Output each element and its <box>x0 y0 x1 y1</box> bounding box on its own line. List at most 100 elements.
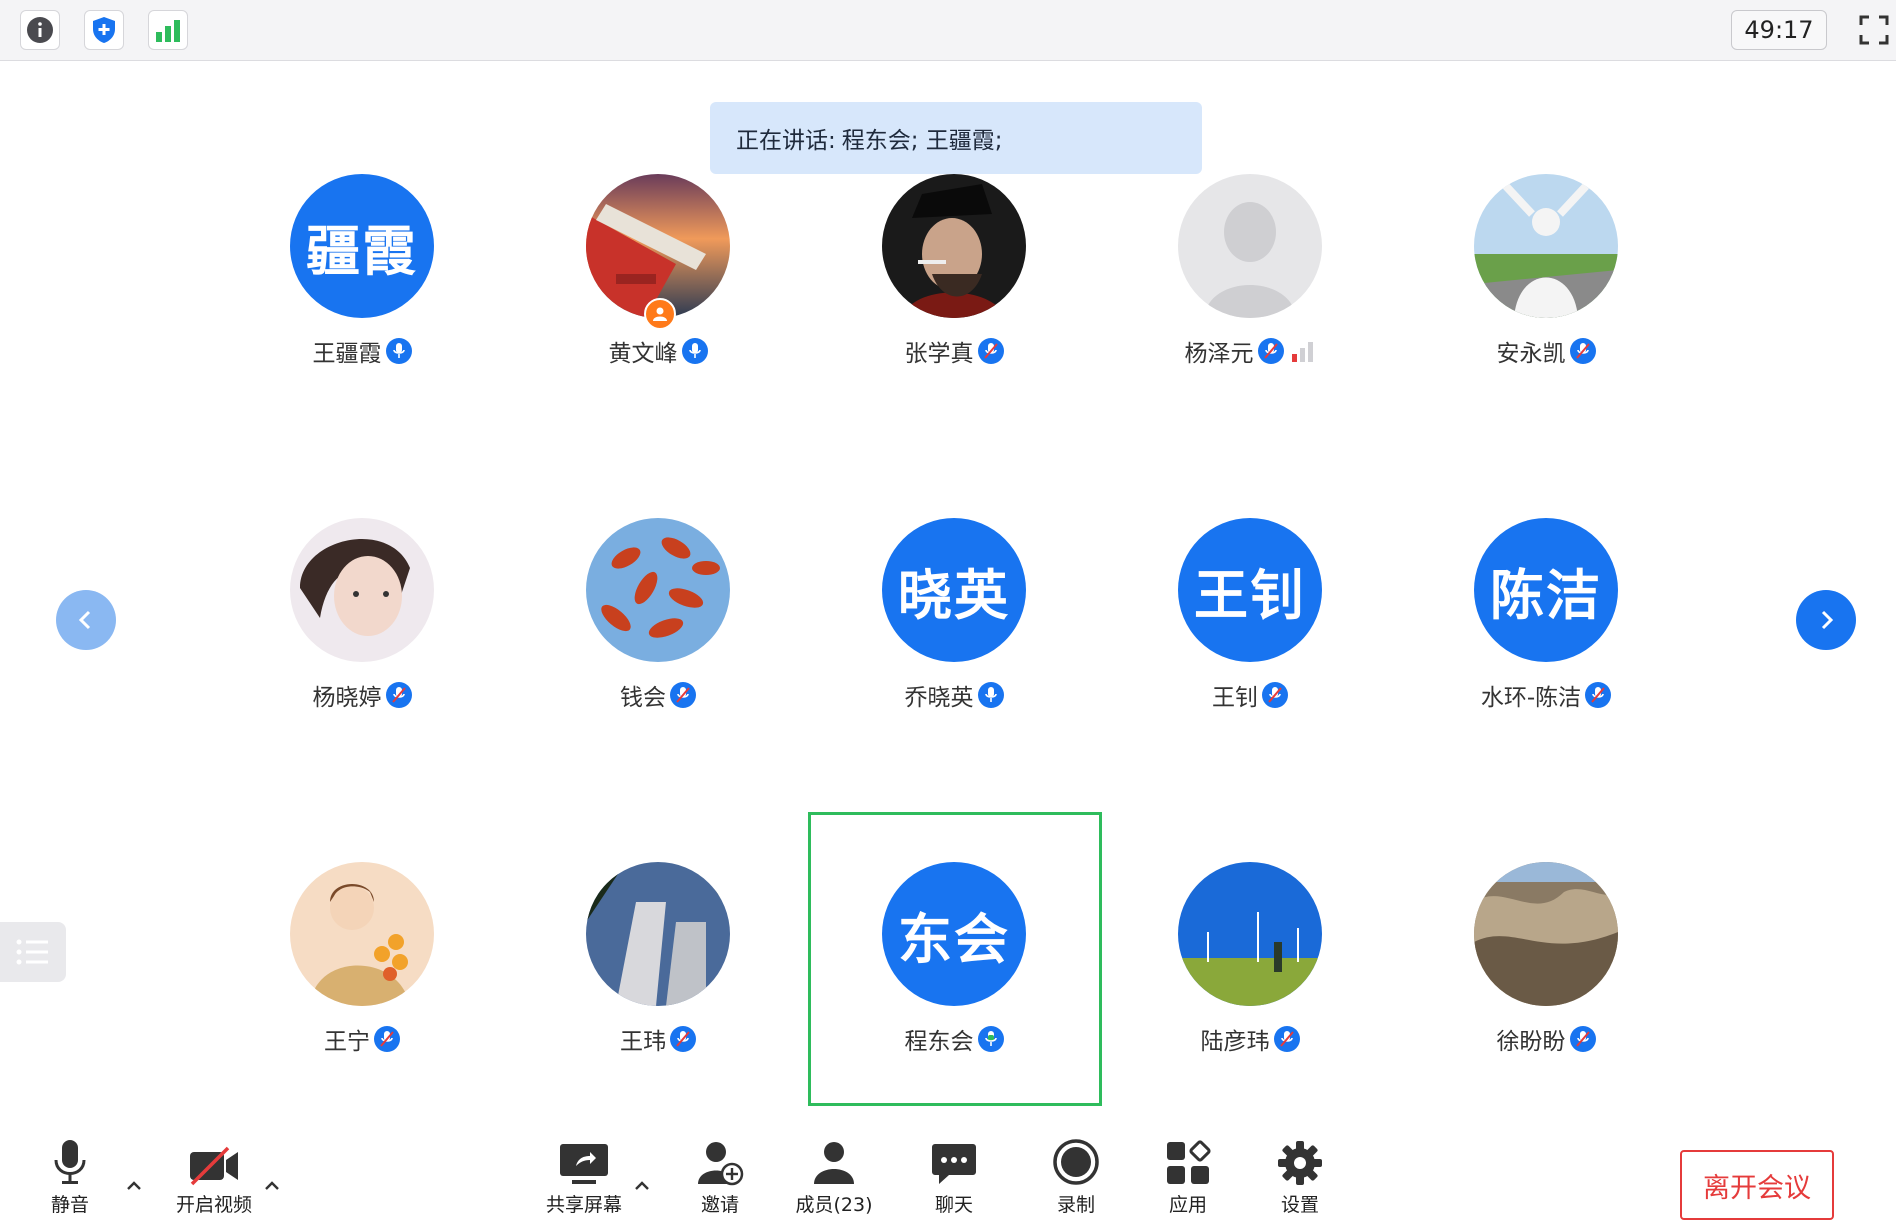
video-off-icon <box>190 1146 238 1186</box>
mic-muted-icon <box>1257 338 1284 364</box>
avatar <box>882 174 1026 318</box>
apps-icon <box>1167 1140 1211 1184</box>
start-video-label: 开启视频 <box>175 1194 252 1216</box>
prev-page-button[interactable] <box>56 590 116 650</box>
participant-tile[interactable]: 王玮 <box>510 862 806 1158</box>
avatar: 陈洁 <box>1474 518 1618 662</box>
host-icon <box>644 298 676 330</box>
avatar <box>290 518 434 662</box>
audio-options-chevron-icon[interactable] <box>124 1176 144 1196</box>
mic-icon <box>977 682 1004 708</box>
participant-tile[interactable]: 东会 程东会 <box>806 862 1102 1158</box>
default-person-icon <box>1204 202 1296 318</box>
mic-muted-icon <box>1569 338 1596 364</box>
mic-icon <box>385 338 412 364</box>
record-button[interactable]: 录制 <box>1026 1128 1126 1226</box>
avatar <box>1474 174 1618 318</box>
fullscreen-icon <box>1859 15 1889 45</box>
chevron-right-icon <box>1821 610 1834 630</box>
share-screen-label: 共享屏幕 <box>545 1194 622 1216</box>
mic-muted-icon <box>385 682 412 708</box>
participant-name: 乔晓英 <box>904 685 974 711</box>
members-label: 成员(23) <box>795 1194 873 1216</box>
mic-muted-icon <box>670 1026 696 1052</box>
share-screen-button[interactable]: 共享屏幕 <box>534 1128 634 1226</box>
gear-icon <box>1278 1141 1322 1185</box>
participant-name: 王宁 <box>324 1029 370 1055</box>
side-list-button[interactable] <box>0 922 66 982</box>
avatar <box>1178 174 1322 318</box>
video-options-chevron-icon[interactable] <box>262 1176 282 1196</box>
chat-icon <box>932 1144 976 1184</box>
mic-muted-icon <box>977 338 1004 364</box>
invite-button[interactable]: 邀请 <box>670 1128 770 1226</box>
avatar: 晓英 <box>882 518 1026 662</box>
participant-tile[interactable]: 陈洁 水环-陈洁 <box>1398 518 1694 814</box>
settings-button[interactable]: 设置 <box>1250 1128 1350 1226</box>
participant-tile[interactable]: 王宁 <box>214 862 510 1158</box>
share-options-chevron-icon[interactable] <box>632 1176 652 1196</box>
mic-muted-icon <box>1569 1026 1596 1052</box>
apps-button[interactable]: 应用 <box>1138 1128 1238 1226</box>
share-screen-icon <box>560 1144 608 1184</box>
start-video-button[interactable]: 开启视频 <box>164 1128 264 1226</box>
participant-name: 水环-陈洁 <box>1480 685 1582 711</box>
participant-tile[interactable]: 杨晓婷 <box>214 518 510 814</box>
avatar <box>586 518 730 662</box>
next-page-button[interactable] <box>1796 590 1856 650</box>
microphone-icon <box>54 1140 86 1184</box>
avatar <box>290 862 434 1006</box>
speaking-banner: 正在讲话: 程东会; 王疆霞; <box>710 102 1202 174</box>
participant-tile[interactable]: 晓英 乔晓英 <box>806 518 1102 814</box>
network-button[interactable] <box>148 10 188 50</box>
participant-tile[interactable]: 黄文峰 <box>510 174 806 470</box>
mute-button[interactable]: 静音 <box>20 1128 120 1226</box>
signal-icon <box>156 20 180 42</box>
avatar <box>1474 862 1618 1006</box>
participant-name: 陆彦玮 <box>1200 1029 1270 1055</box>
mic-muted-icon <box>1262 682 1288 708</box>
chevron-left-icon <box>78 610 91 630</box>
info-icon <box>27 17 53 43</box>
weak-signal-icon <box>1291 340 1316 362</box>
participant-tile[interactable]: 张学真 <box>806 174 1102 470</box>
participant-tile[interactable]: 钱会 <box>510 518 806 814</box>
participant-tile[interactable]: 王钊 王钊 <box>1102 518 1398 814</box>
speaking-names: 程东会; 王疆霞; <box>841 128 1003 154</box>
avatar: 东会 <box>882 862 1026 1006</box>
info-button[interactable] <box>20 10 60 50</box>
apps-label: 应用 <box>1168 1194 1207 1216</box>
participant-name: 王钊 <box>1212 685 1258 711</box>
chat-button[interactable]: 聊天 <box>904 1128 1004 1226</box>
speaking-label: 正在讲话: <box>736 128 836 154</box>
record-label: 录制 <box>1056 1194 1095 1216</box>
mute-label: 静音 <box>50 1194 89 1216</box>
participant-tile[interactable]: 安永凯 <box>1398 174 1694 470</box>
participant-tile[interactable]: 陆彦玮 <box>1102 862 1398 1158</box>
leave-meeting-button[interactable]: 离开会议 <box>1680 1150 1834 1220</box>
avatar <box>1178 862 1322 1006</box>
fullscreen-button[interactable] <box>1856 10 1892 50</box>
participant-tile[interactable]: 徐盼盼 <box>1398 862 1694 1158</box>
mic-muted-icon <box>1273 1026 1300 1052</box>
bottom-toolbar: 静音 开启视频 共享屏幕 邀请 成员(23) 聊天 录制 应用 设置 <box>0 1128 1896 1226</box>
security-button[interactable] <box>84 10 124 50</box>
avatar: 疆霞 <box>290 174 434 318</box>
members-icon <box>814 1142 854 1184</box>
shield-icon <box>93 17 115 43</box>
participant-name: 安永凯 <box>1496 341 1566 367</box>
participant-tile[interactable]: 疆霞 王疆霞 <box>214 174 510 470</box>
participant-name: 杨泽元 <box>1184 341 1254 367</box>
participant-name: 程东会 <box>904 1029 974 1055</box>
meeting-timer: 49:17 <box>1731 10 1827 50</box>
mic-speaking-icon <box>977 1026 1004 1052</box>
participant-name: 张学真 <box>904 341 974 367</box>
participant-name: 王疆霞 <box>312 341 382 367</box>
invite-label: 邀请 <box>700 1194 739 1216</box>
chat-label: 聊天 <box>934 1194 973 1216</box>
mic-muted-icon <box>1585 682 1612 708</box>
participant-name: 徐盼盼 <box>1496 1029 1566 1055</box>
avatar: 王钊 <box>1178 518 1322 662</box>
participant-tile[interactable]: 杨泽元 <box>1102 174 1398 470</box>
members-button[interactable]: 成员(23) <box>784 1128 884 1226</box>
